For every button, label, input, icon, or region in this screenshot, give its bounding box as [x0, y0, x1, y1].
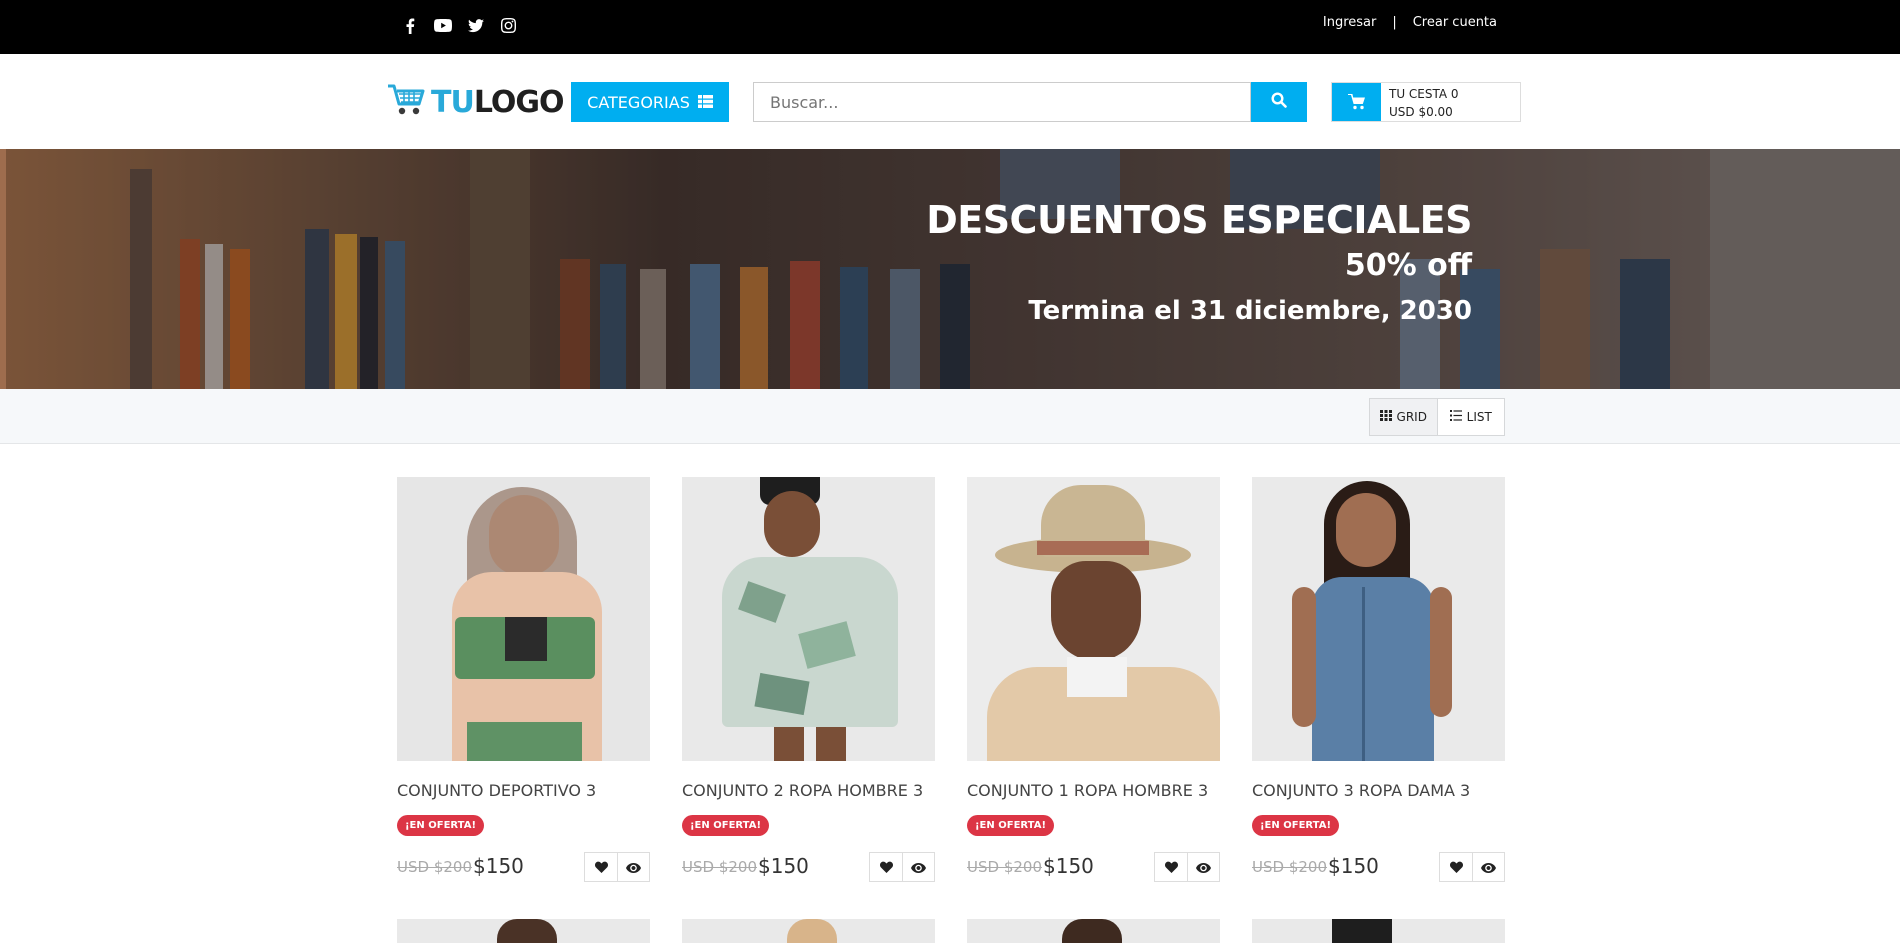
grid-label: GRID — [1396, 410, 1427, 424]
quick-view-button[interactable] — [902, 853, 934, 881]
eye-icon — [1196, 858, 1211, 877]
view-toolbar: GRID LIST — [0, 389, 1900, 444]
cart-count: TU CESTA 0 — [1389, 87, 1459, 101]
categories-label: CATEGORIAS — [587, 92, 690, 112]
product-actions — [869, 852, 935, 882]
wishlist-button[interactable] — [585, 853, 617, 881]
price-row: USD $200 $150 — [967, 850, 1220, 882]
quick-view-button[interactable] — [1472, 853, 1504, 881]
old-price: USD $200 — [682, 858, 757, 876]
product-name[interactable]: CONJUNTO 1 ROPA HOMBRE 3 — [967, 781, 1220, 800]
grid-icon — [1379, 410, 1392, 424]
cart-logo-icon — [387, 83, 427, 121]
youtube-icon[interactable] — [433, 16, 452, 35]
eye-icon — [1481, 858, 1496, 877]
categories-button[interactable]: CATEGORIAS — [571, 82, 729, 122]
cart-widget[interactable]: TU CESTA 0 USD $0.00 — [1331, 82, 1521, 122]
wishlist-button[interactable] — [1155, 853, 1187, 881]
list-label: LIST — [1466, 410, 1492, 424]
view-toggle: GRID LIST — [1369, 398, 1505, 436]
product-image[interactable] — [397, 919, 650, 943]
sale-price: $150 — [1328, 854, 1379, 878]
quick-view-button[interactable] — [1187, 853, 1219, 881]
heart-icon — [1164, 858, 1178, 877]
sale-badge: ¡EN OFERTA! — [397, 815, 485, 836]
product-image[interactable] — [1252, 919, 1505, 943]
account-links: Ingresar | Crear cuenta — [1323, 15, 1497, 30]
list-icon — [1449, 410, 1462, 424]
product-image[interactable] — [397, 477, 650, 761]
product-image[interactable] — [1252, 477, 1505, 761]
wishlist-button[interactable] — [1440, 853, 1472, 881]
heart-icon — [1449, 858, 1463, 877]
product-name[interactable]: CONJUNTO 2 ROPA HOMBRE 3 — [682, 781, 935, 800]
banner-end-date: Termina el 31 diciembre, 2030 — [1028, 296, 1472, 326]
shopping-cart-icon — [1332, 83, 1381, 121]
facebook-icon[interactable] — [400, 16, 419, 35]
top-bar: Ingresar | Crear cuenta — [0, 0, 1900, 54]
list-view-button[interactable]: LIST — [1438, 399, 1505, 435]
sale-badge: ¡EN OFERTA! — [1252, 815, 1340, 836]
cart-total: USD $0.00 — [1389, 105, 1453, 119]
product-actions — [1154, 852, 1220, 882]
logo-tu: TU — [431, 84, 475, 120]
product-name[interactable]: CONJUNTO DEPORTIVO 3 — [397, 781, 650, 800]
instagram-icon[interactable] — [499, 16, 518, 35]
grid-view-button[interactable]: GRID — [1370, 399, 1438, 435]
product-image[interactable] — [967, 477, 1220, 761]
banner-title: DESCUENTOS ESPECIALES — [926, 198, 1472, 242]
promo-banner[interactable]: DESCUENTOS ESPECIALES 50% off Termina el… — [0, 149, 1900, 389]
product-card: CONJUNTO 2 ROPA HOMBRE 3 ¡EN OFERTA! USD… — [682, 477, 935, 882]
price-row: USD $200 $150 — [1252, 850, 1505, 882]
product-card: CONJUNTO 3 ROPA DAMA 3 ¡EN OFERTA! USD $… — [1252, 477, 1505, 882]
old-price: USD $200 — [1252, 858, 1327, 876]
old-price: USD $200 — [397, 858, 472, 876]
product-name[interactable]: CONJUNTO 3 ROPA DAMA 3 — [1252, 781, 1505, 800]
list-icon — [697, 93, 713, 112]
wishlist-button[interactable] — [870, 853, 902, 881]
separator: | — [1392, 15, 1397, 30]
product-actions — [584, 852, 650, 882]
eye-icon — [626, 858, 641, 877]
product-card: CONJUNTO DEPORTIVO 3 ¡EN OFERTA! USD $20… — [397, 477, 650, 882]
social-links — [400, 16, 518, 35]
product-image[interactable] — [967, 919, 1220, 943]
sale-price: $150 — [758, 854, 809, 878]
sale-badge: ¡EN OFERTA! — [682, 815, 770, 836]
search-input[interactable] — [753, 82, 1251, 122]
heart-icon — [879, 858, 893, 877]
banner-discount: 50% off — [1344, 248, 1472, 283]
price-row: USD $200 $150 — [682, 850, 935, 882]
site-logo[interactable]: TULOGO — [387, 83, 565, 121]
logo-rest: LOGO — [473, 84, 565, 120]
price-row: USD $200 $150 — [397, 850, 650, 882]
search-button[interactable] — [1251, 82, 1307, 122]
login-link[interactable]: Ingresar — [1323, 15, 1376, 30]
sale-price: $150 — [473, 854, 524, 878]
search-icon — [1271, 92, 1287, 112]
product-actions — [1439, 852, 1505, 882]
sale-price: $150 — [1043, 854, 1094, 878]
old-price: USD $200 — [967, 858, 1042, 876]
product-image[interactable] — [682, 919, 935, 943]
sale-badge: ¡EN OFERTA! — [967, 815, 1055, 836]
twitter-icon[interactable] — [466, 16, 485, 35]
heart-icon — [594, 858, 608, 877]
eye-icon — [911, 858, 926, 877]
logo-text: TULOGO — [431, 84, 565, 120]
register-link[interactable]: Crear cuenta — [1413, 15, 1497, 30]
banner-text: DESCUENTOS ESPECIALES 50% off Termina el… — [926, 197, 1472, 333]
cart-summary: TU CESTA 0 USD $0.00 — [1381, 83, 1467, 121]
product-image[interactable] — [682, 477, 935, 761]
product-card: CONJUNTO 1 ROPA HOMBRE 3 ¡EN OFERTA! USD… — [967, 477, 1220, 882]
quick-view-button[interactable] — [617, 853, 649, 881]
